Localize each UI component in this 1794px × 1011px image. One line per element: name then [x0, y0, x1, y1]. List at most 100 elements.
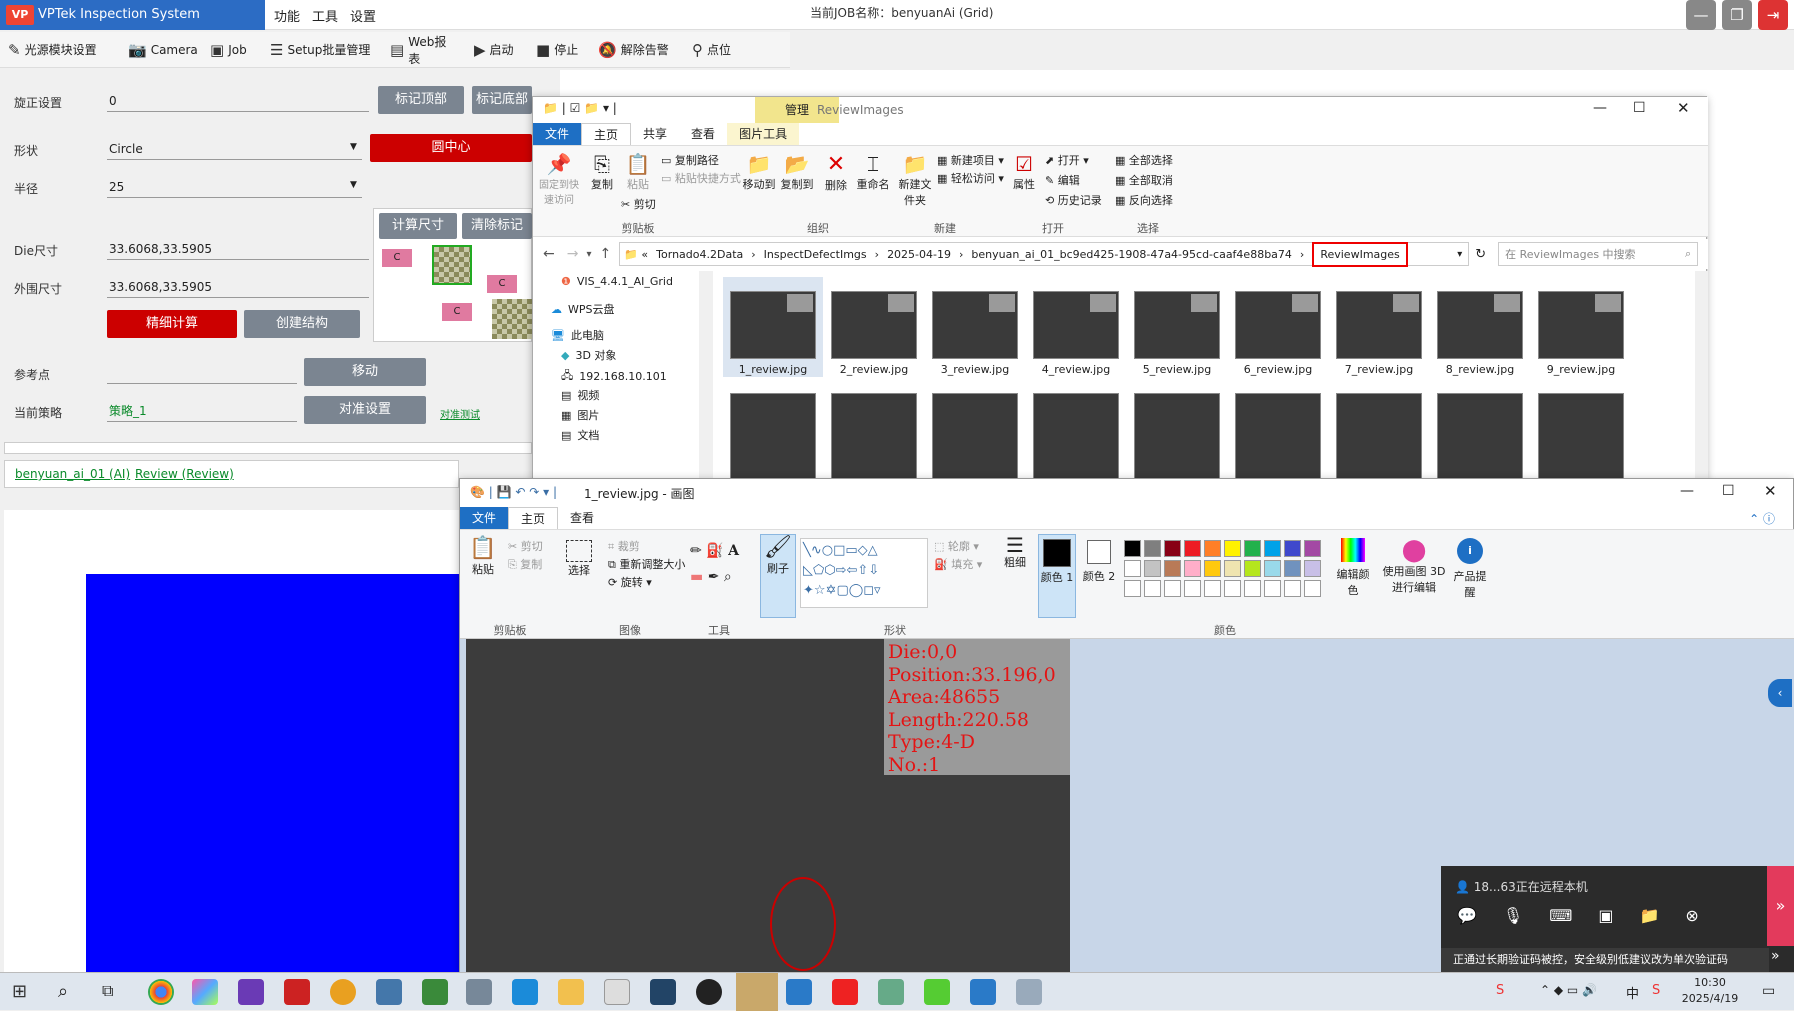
- tab-picture-tools[interactable]: 图片工具: [727, 123, 800, 145]
- rotate-button[interactable]: ⟳ 旋转 ▾: [608, 574, 652, 590]
- shapes-gallery[interactable]: ╲∿○□▭◇△ ◺⬠⬡⇨⇦⇧⇩ ✦☆✡▢◯◻▿: [800, 538, 928, 608]
- sogou-icon[interactable]: S: [1652, 983, 1660, 998]
- horizontal-scrollbar[interactable]: [4, 442, 532, 454]
- palette-swatch-empty[interactable]: [1164, 580, 1181, 597]
- invert-select-button[interactable]: ▦ 反向选择: [1115, 192, 1173, 208]
- select-all-button[interactable]: ▦ 全部选择: [1115, 152, 1173, 168]
- file-item[interactable]: 6_review.jpg: [1228, 277, 1328, 377]
- wps-icon[interactable]: [832, 979, 858, 1005]
- toolbar-points[interactable]: ⚲ 点位: [684, 32, 744, 68]
- palette-swatch[interactable]: [1144, 540, 1161, 557]
- palette-swatch-empty[interactable]: [1244, 580, 1261, 597]
- magnifier-icon[interactable]: ⌕: [724, 569, 732, 585]
- copy-path-button[interactable]: ▭ 复制路径: [661, 152, 719, 168]
- toolbar-light[interactable]: ✎ 光源模块设置: [0, 32, 120, 68]
- palette-swatch[interactable]: [1204, 560, 1221, 577]
- paint-icon[interactable]: [1016, 979, 1042, 1005]
- app-icon[interactable]: [512, 979, 538, 1005]
- paint3d-button[interactable]: ⬤ 使用画图 3D 进行编辑: [1382, 538, 1446, 595]
- thumbnail-image[interactable]: [1538, 393, 1624, 481]
- microphone-icon[interactable]: 🎙: [1503, 906, 1523, 925]
- toolbar-stop[interactable]: ■ 停止: [528, 32, 590, 68]
- radius-select[interactable]: 25: [107, 176, 362, 198]
- tab-view[interactable]: 查看: [679, 123, 727, 145]
- app-icon[interactable]: [330, 979, 356, 1005]
- palette-swatch[interactable]: [1264, 560, 1281, 577]
- rename-button[interactable]: ⌶ 重命名: [855, 152, 891, 192]
- palette-swatch[interactable]: [1204, 540, 1221, 557]
- palette-swatch[interactable]: [1224, 540, 1241, 557]
- history-button[interactable]: ⟲ 历史记录: [1045, 192, 1102, 208]
- fill-button[interactable]: ⛽ 填充 ▾: [934, 556, 982, 572]
- task-view-icon[interactable]: ⧉: [102, 981, 113, 1001]
- tab-home[interactable]: 主页: [581, 123, 632, 145]
- app-icon[interactable]: [924, 979, 950, 1005]
- up-arrow-icon[interactable]: ↑: [600, 246, 612, 262]
- palette-swatch[interactable]: [1284, 540, 1301, 557]
- keyboard-icon[interactable]: ⌨: [1549, 906, 1572, 925]
- back-arrow-icon[interactable]: ←: [543, 246, 555, 262]
- review-link[interactable]: Review (Review): [135, 467, 234, 481]
- toolbar-camera[interactable]: 📷 Camera: [120, 32, 202, 68]
- help-icon[interactable]: ⌃ ⓘ: [1749, 510, 1775, 527]
- copy-button[interactable]: ⎘ 复制: [508, 556, 542, 572]
- toolbar-job[interactable]: ▣ Job: [202, 32, 262, 68]
- align-settings-button[interactable]: 对准设置: [304, 396, 426, 424]
- nav-item[interactable]: ▦ 图片: [561, 407, 599, 423]
- outline-button[interactable]: ⬚ 轮廓 ▾: [934, 538, 979, 554]
- chrome-icon[interactable]: [148, 979, 174, 1005]
- visual-studio-icon[interactable]: [238, 979, 264, 1005]
- copy-button[interactable]: ⎘ 复制: [587, 152, 617, 192]
- text-icon[interactable]: A: [728, 543, 739, 559]
- palette-swatch[interactable]: [1244, 540, 1261, 557]
- expand-arrow-icon[interactable]: »: [1771, 948, 1780, 964]
- tab-file[interactable]: 文件: [533, 123, 582, 145]
- mark-top-button[interactable]: 标记顶部: [378, 86, 464, 114]
- calc-size-button[interactable]: 计算尺寸: [379, 213, 457, 239]
- paint-maximize[interactable]: ☐: [1722, 483, 1735, 499]
- edit-colors-button[interactable]: 编辑颜色: [1336, 538, 1370, 598]
- tray-icons[interactable]: ⌃ ◆ ▭ 🔊: [1540, 983, 1597, 997]
- tab-share[interactable]: 共享: [631, 123, 679, 145]
- edit-button[interactable]: ✎ 编辑: [1045, 172, 1080, 188]
- mail-icon[interactable]: [604, 979, 630, 1005]
- pencil-icon[interactable]: ✏: [690, 543, 702, 559]
- color2-button[interactable]: 颜色 2: [1080, 534, 1118, 584]
- ref-point-select[interactable]: [107, 362, 297, 384]
- palette-swatch-empty[interactable]: [1184, 580, 1201, 597]
- palette-swatch[interactable]: [1164, 540, 1181, 557]
- product-alert-button[interactable]: i 产品提醒: [1450, 538, 1490, 600]
- palette-swatch[interactable]: [1124, 560, 1141, 577]
- fill-bucket-icon[interactable]: ⛽: [706, 543, 723, 559]
- msg-icon[interactable]: [696, 979, 722, 1005]
- rotation-input[interactable]: 0: [107, 90, 369, 112]
- nav-item[interactable]: 🖧 192.168.10.101: [561, 367, 667, 386]
- file-item[interactable]: 4_review.jpg: [1026, 277, 1126, 377]
- thumbnail-image[interactable]: [1336, 393, 1422, 481]
- thumbnail-image[interactable]: [1437, 393, 1523, 481]
- exit-button[interactable]: ⇥: [1758, 0, 1788, 30]
- menu-function[interactable]: 功能: [274, 6, 300, 25]
- app-icon[interactable]: [192, 979, 218, 1005]
- refresh-icon[interactable]: ↻: [1475, 247, 1486, 262]
- palette-swatch[interactable]: [1284, 560, 1301, 577]
- toolbar-start[interactable]: ▶ 启动: [466, 32, 528, 68]
- tab-file[interactable]: 文件: [460, 507, 509, 529]
- properties-button[interactable]: ☑ 属性: [1009, 152, 1039, 192]
- palette-swatch-empty[interactable]: [1124, 580, 1141, 597]
- breadcrumb-item[interactable]: 2025-04-19: [887, 248, 951, 261]
- file-item[interactable]: 9_review.jpg: [1531, 277, 1631, 377]
- app-icon[interactable]: [878, 979, 904, 1005]
- restore-button[interactable]: ❐: [1722, 0, 1752, 30]
- cut-button[interactable]: ✂ 剪切: [621, 196, 656, 212]
- thumbnail-image[interactable]: [1134, 393, 1220, 481]
- thumbnail-image[interactable]: [1235, 393, 1321, 481]
- crop-button[interactable]: ⌗ 裁剪: [608, 538, 640, 554]
- toolbar-setup[interactable]: ☰ Setup批量管理: [262, 32, 382, 68]
- nav-item[interactable]: ☁ WPS云盘: [551, 301, 615, 317]
- color1-button[interactable]: 颜色 1: [1038, 534, 1076, 618]
- toolbar-web[interactable]: ▤ Web报表: [382, 32, 466, 68]
- nav-item[interactable]: ▤ 视频: [561, 387, 599, 403]
- color-picker-icon[interactable]: ✒: [708, 569, 720, 585]
- paste-button[interactable]: 📋 粘贴: [468, 536, 498, 577]
